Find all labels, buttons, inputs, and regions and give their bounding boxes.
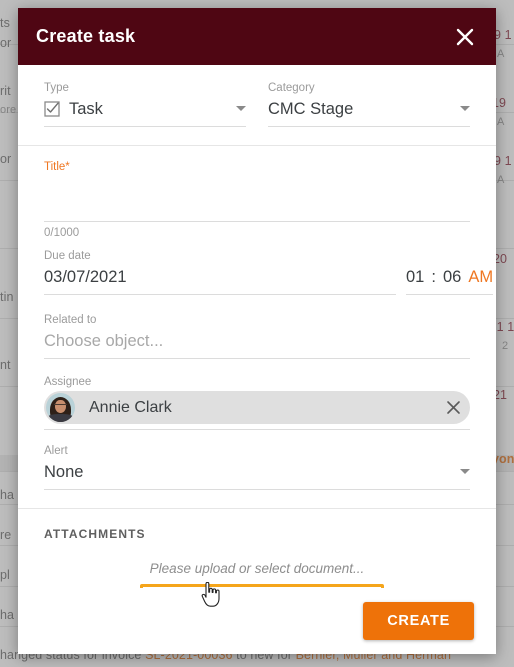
type-value: Task [69,100,103,118]
alert-label: Alert [44,445,68,457]
chevron-down-icon[interactable] [460,105,470,111]
create-task-dialog: Create task Type Task Category CMC Stage… [18,8,496,654]
related-to-input[interactable]: Choose object... [44,329,470,353]
close-icon[interactable] [450,22,480,52]
chevron-down-icon[interactable] [236,105,246,111]
type-underline [44,126,246,127]
category-underline [268,126,470,127]
checkbox-checked-icon [44,101,60,117]
highlight-box [140,584,384,588]
dialog-body: Type Task Category CMC Stage Title* 0/10… [18,65,496,588]
screen: ts or rit ore or tin nt ha re pl ha 9 1 … [0,0,514,667]
title-label: Title* [44,161,70,173]
alert-field[interactable]: Alert None [18,430,496,490]
time-hour[interactable]: 01 [406,265,424,289]
title-input[interactable] [44,176,470,216]
dialog-footer: CREATE [18,588,496,654]
title-field[interactable]: Title* 0/1000 [18,146,496,239]
related-to-field[interactable]: Related to Choose object... [18,295,496,359]
time-separator: : [431,268,436,286]
alert-underline [44,489,470,490]
title-underline [44,221,470,222]
due-date-label: Due date [44,250,91,262]
type-field[interactable]: Type Task [44,81,246,127]
due-date-underline [44,294,396,295]
dialog-header: Create task [18,8,496,65]
time-underline [406,294,494,295]
category-label: Category [268,82,315,94]
category-field[interactable]: Category CMC Stage [268,81,470,127]
attachments-heading: ATTACHMENTS [44,527,146,541]
related-to-label: Related to [44,314,97,326]
attachments-hint: Please upload or select document... [149,561,365,576]
time-meridiem[interactable]: AM [468,265,493,289]
due-date-field[interactable]: Due date 03/07/2021 [44,249,396,295]
create-button[interactable]: CREATE [363,602,474,640]
time-minute[interactable]: 06 [443,265,461,289]
close-icon[interactable] [442,397,464,419]
due-date-value: 03/07/2021 [44,268,127,286]
time-field[interactable]: 01 : 06 AM [406,265,494,295]
attachments-actions: UPLOAD BROWSE [18,584,496,588]
category-value: CMC Stage [268,100,354,118]
assignee-name: Annie Clark [89,398,172,416]
chevron-down-icon[interactable] [460,468,470,474]
dialog-title: Create task [36,26,136,46]
type-label: Type [44,82,69,94]
avatar [46,393,75,422]
assignee-label: Assignee [44,376,92,388]
assignee-chip[interactable]: Annie Clark [44,391,470,424]
attachments-section: ATTACHMENTS Please upload or select docu… [18,509,496,576]
title-char-counter: 0/1000 [44,227,80,239]
assignee-field[interactable]: Assignee Annie Clark [18,359,496,430]
alert-value: None [44,463,84,481]
